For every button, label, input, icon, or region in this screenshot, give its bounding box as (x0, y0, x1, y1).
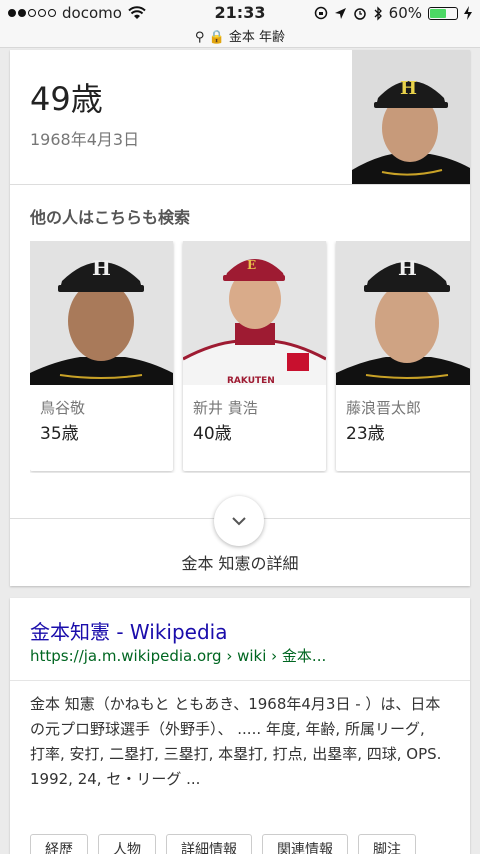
bluetooth-icon (374, 5, 382, 21)
status-right: 60% (314, 4, 472, 22)
person-age: 23歳 (346, 424, 385, 444)
details-link[interactable]: 金本 知憲の詳細 (10, 550, 470, 574)
player-photo[interactable]: H (352, 50, 470, 184)
age-knowledge-card: 49歳 1968年4月3日 H 他の人はこちらも検索 H 鳥谷敬 35歳 RAK… (10, 50, 470, 586)
chip-person[interactable]: 人物 (98, 834, 156, 854)
svg-text:E: E (247, 258, 256, 272)
person-name: 新井 貴浩 (193, 399, 258, 417)
svg-text:RAKUTEN: RAKUTEN (227, 376, 275, 385)
age-value: 49歳 (30, 80, 103, 118)
charging-icon (464, 6, 472, 20)
person-photo: RAKUTEN E (183, 241, 326, 385)
birthdate: 1968年4月3日 (30, 130, 140, 149)
result-url: https://ja.m.wikipedia.org › wiki › 金本..… (30, 647, 327, 665)
person-name: 鳥谷敬 (40, 399, 86, 417)
person-age: 40歳 (193, 424, 232, 444)
search-icon: ⚲ (194, 30, 205, 45)
section-chips: 経歴 人物 詳細情報 関連情報 脚注 (30, 834, 416, 854)
alarm-icon (353, 8, 366, 20)
url-text: 金本 年齢 (228, 30, 286, 45)
location-icon (334, 7, 346, 19)
expand-button[interactable] (214, 496, 264, 546)
chevron-down-icon (232, 517, 246, 526)
chip-history[interactable]: 経歴 (30, 834, 88, 854)
svg-text:H: H (92, 256, 111, 280)
chip-notes[interactable]: 脚注 (358, 834, 416, 854)
battery-icon (428, 6, 458, 20)
svg-text:H: H (400, 78, 417, 99)
person-name: 藤浪晋太郎 (346, 399, 422, 417)
result-snippet: 金本 知憲（かねもと ともあき、1968年4月3日 - ）は、日本の元プロ野球選… (30, 695, 442, 788)
divider (10, 184, 470, 185)
chip-details[interactable]: 詳細情報 (166, 834, 252, 854)
url-bar[interactable]: ⚲ 🔒 金本 年齢 (0, 26, 480, 45)
person-card[interactable]: RAKUTEN E 新井 貴浩 40歳 (183, 241, 326, 471)
result-title-link[interactable]: 金本知憲 - Wikipedia (30, 616, 227, 645)
svg-text:H: H (398, 256, 417, 280)
status-bar: docomo 21:33 60% ⚲ 🔒 金本 年齢 (0, 0, 480, 48)
search-result-card: 金本知憲 - Wikipedia https://ja.m.wikipedia.… (10, 598, 470, 854)
lock-icon: 🔒 (208, 30, 225, 45)
divider (10, 680, 470, 681)
battery-percent: 60% (388, 4, 422, 22)
person-card[interactable]: H 鳥谷敬 35歳 (30, 241, 173, 471)
chip-related[interactable]: 関連情報 (262, 834, 348, 854)
people-carousel[interactable]: H 鳥谷敬 35歳 RAKUTEN E 新井 貴浩 40歳 H 藤浪晋太郎 23… (30, 241, 470, 473)
person-photo: H (336, 241, 470, 385)
person-card[interactable]: H 藤浪晋太郎 23歳 (336, 241, 470, 471)
person-photo: H (30, 241, 173, 385)
person-age: 35歳 (40, 424, 79, 444)
rotation-lock-icon (314, 6, 327, 20)
people-also-search-title: 他の人はこちらも検索 (30, 208, 191, 227)
